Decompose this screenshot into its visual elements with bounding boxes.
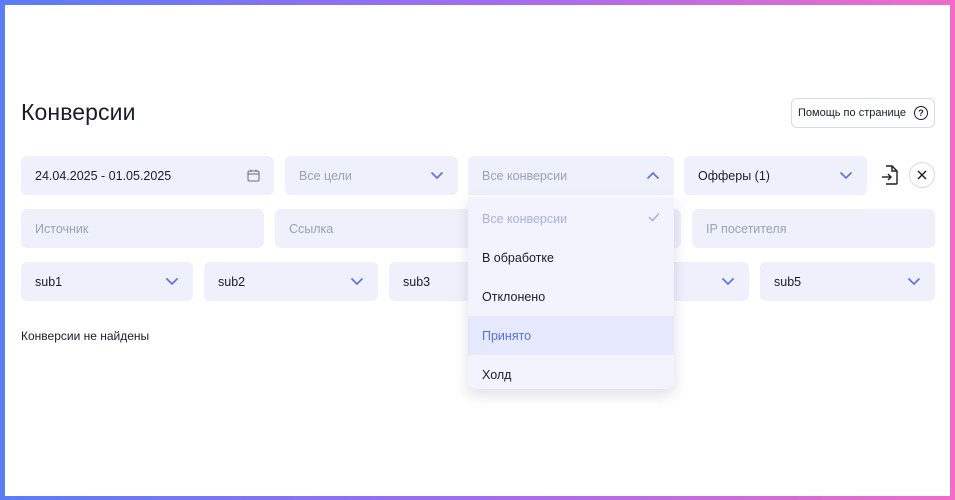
page-canvas: Конверсии Помощь по странице ? 24.04.202… bbox=[5, 5, 950, 496]
sub3-value: sub3 bbox=[403, 274, 431, 289]
chevron-down-icon bbox=[430, 171, 444, 179]
sub2-value: sub2 bbox=[218, 274, 246, 289]
offers-select-value: Офферы (1) bbox=[698, 168, 770, 183]
chevron-down-icon bbox=[721, 277, 735, 285]
visitor-ip-input[interactable]: IP посетителя bbox=[692, 209, 935, 248]
conversions-dropdown-menu: Все конверсии В обработке Отклонено Прин… bbox=[468, 197, 674, 389]
sub1-select[interactable]: sub1 bbox=[21, 262, 193, 301]
help-button[interactable]: Помощь по странице ? bbox=[791, 98, 935, 128]
sub1-value: sub1 bbox=[35, 274, 63, 289]
close-icon bbox=[917, 170, 927, 180]
goals-select[interactable]: Все цели bbox=[285, 156, 458, 195]
help-button-label: Помощь по странице bbox=[798, 107, 906, 119]
conversions-select[interactable]: Все конверсии bbox=[468, 156, 674, 195]
sub2-select[interactable]: sub2 bbox=[204, 262, 378, 301]
sub5-select[interactable]: sub5 bbox=[760, 262, 935, 301]
dropdown-option-label: Все конверсии bbox=[482, 211, 568, 226]
source-placeholder: Источник bbox=[35, 221, 89, 236]
empty-state-message: Конверсии не найдены bbox=[21, 329, 150, 343]
link-placeholder: Ссылка bbox=[289, 221, 334, 236]
date-range-picker[interactable]: 24.04.2025 - 01.05.2025 bbox=[21, 156, 274, 195]
offers-select[interactable]: Офферы (1) bbox=[684, 156, 867, 195]
dropdown-option-label: Принято bbox=[482, 328, 532, 343]
sub5-value: sub5 bbox=[774, 274, 802, 289]
dropdown-option-label: Холд bbox=[482, 367, 512, 382]
conversions-select-value: Все конверсии bbox=[482, 168, 568, 183]
dropdown-option-all[interactable]: Все конверсии bbox=[468, 199, 674, 238]
reset-filters-button[interactable] bbox=[909, 162, 935, 188]
date-range-value: 24.04.2025 - 01.05.2025 bbox=[35, 168, 172, 183]
dropdown-option-label: В обработке bbox=[482, 250, 554, 265]
chevron-down-icon bbox=[907, 277, 921, 285]
dropdown-option-accepted[interactable]: Принято bbox=[468, 316, 674, 355]
dropdown-option-hold[interactable]: Холд bbox=[468, 355, 674, 389]
chevron-down-icon bbox=[350, 277, 364, 285]
dropdown-option-label: Отклонено bbox=[482, 289, 546, 304]
check-icon bbox=[648, 212, 660, 222]
chevron-down-icon bbox=[165, 277, 179, 285]
goals-select-value: Все цели bbox=[299, 168, 352, 183]
export-icon bbox=[882, 165, 898, 185]
visitor-ip-placeholder: IP посетителя bbox=[706, 221, 787, 236]
export-button[interactable] bbox=[877, 162, 903, 188]
chevron-up-icon bbox=[646, 171, 660, 179]
chevron-down-icon bbox=[839, 171, 853, 179]
source-input[interactable]: Источник bbox=[21, 209, 264, 248]
question-circle-icon: ? bbox=[913, 106, 928, 120]
dropdown-option-rejected[interactable]: Отклонено bbox=[468, 277, 674, 316]
dropdown-option-processing[interactable]: В обработке bbox=[468, 238, 674, 277]
page-title: Конверсии bbox=[21, 99, 136, 125]
calendar-icon bbox=[247, 169, 260, 182]
